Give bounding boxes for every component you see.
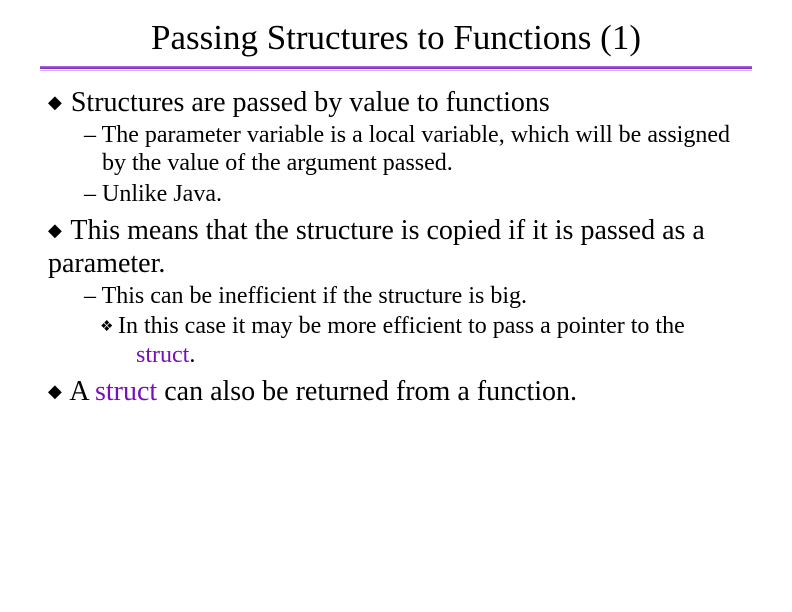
dash-icon: –: [84, 122, 102, 148]
bullet-2-sub-1-sub-1-text-b: .: [189, 342, 195, 368]
bullet-2-text: This means that the structure is copied …: [48, 215, 705, 279]
bullet-1-sub-1-text: The parameter variable is a local variab…: [102, 122, 730, 176]
slide-title: Passing Structures to Functions (1): [40, 18, 752, 58]
keyword-struct: struct: [136, 342, 189, 368]
bullet-2-sub-1-text: This can be inefficient if the structure…: [102, 283, 527, 309]
bullet-1-sub-2: – Unlike Java.: [84, 180, 744, 208]
keyword-struct: struct: [95, 376, 157, 407]
dash-icon: –: [84, 283, 102, 309]
dash-icon: –: [84, 181, 102, 207]
title-underline: [40, 66, 752, 72]
bullet-3: ◆ A struct can also be returned from a f…: [48, 375, 744, 408]
bullet-1: ◆ Structures are passed by value to func…: [48, 86, 744, 119]
bullet-2-sub-1-sub-1-text-a: In this case it may be more efficient to…: [118, 313, 685, 339]
bullet-1-sub-2-text: Unlike Java.: [102, 181, 222, 207]
bullet-2-sub-1: – This can be inefficient if the structu…: [84, 282, 744, 310]
slide-body: ◆ Structures are passed by value to func…: [40, 86, 752, 408]
slide: Passing Structures to Functions (1) ◆ St…: [0, 0, 792, 612]
bullet-2-sub-1-sub-1: ❖In this case it may be more efficient t…: [118, 312, 744, 369]
bullet-1-sub-1: – The parameter variable is a local vari…: [84, 121, 744, 178]
bullet-3-text-b: can also be returned from a function.: [157, 376, 577, 407]
bullet-2: ◆ This means that the structure is copie…: [48, 214, 744, 280]
bullet-3-text-a: A: [69, 376, 95, 407]
bullet-1-text: Structures are passed by value to functi…: [71, 87, 550, 118]
